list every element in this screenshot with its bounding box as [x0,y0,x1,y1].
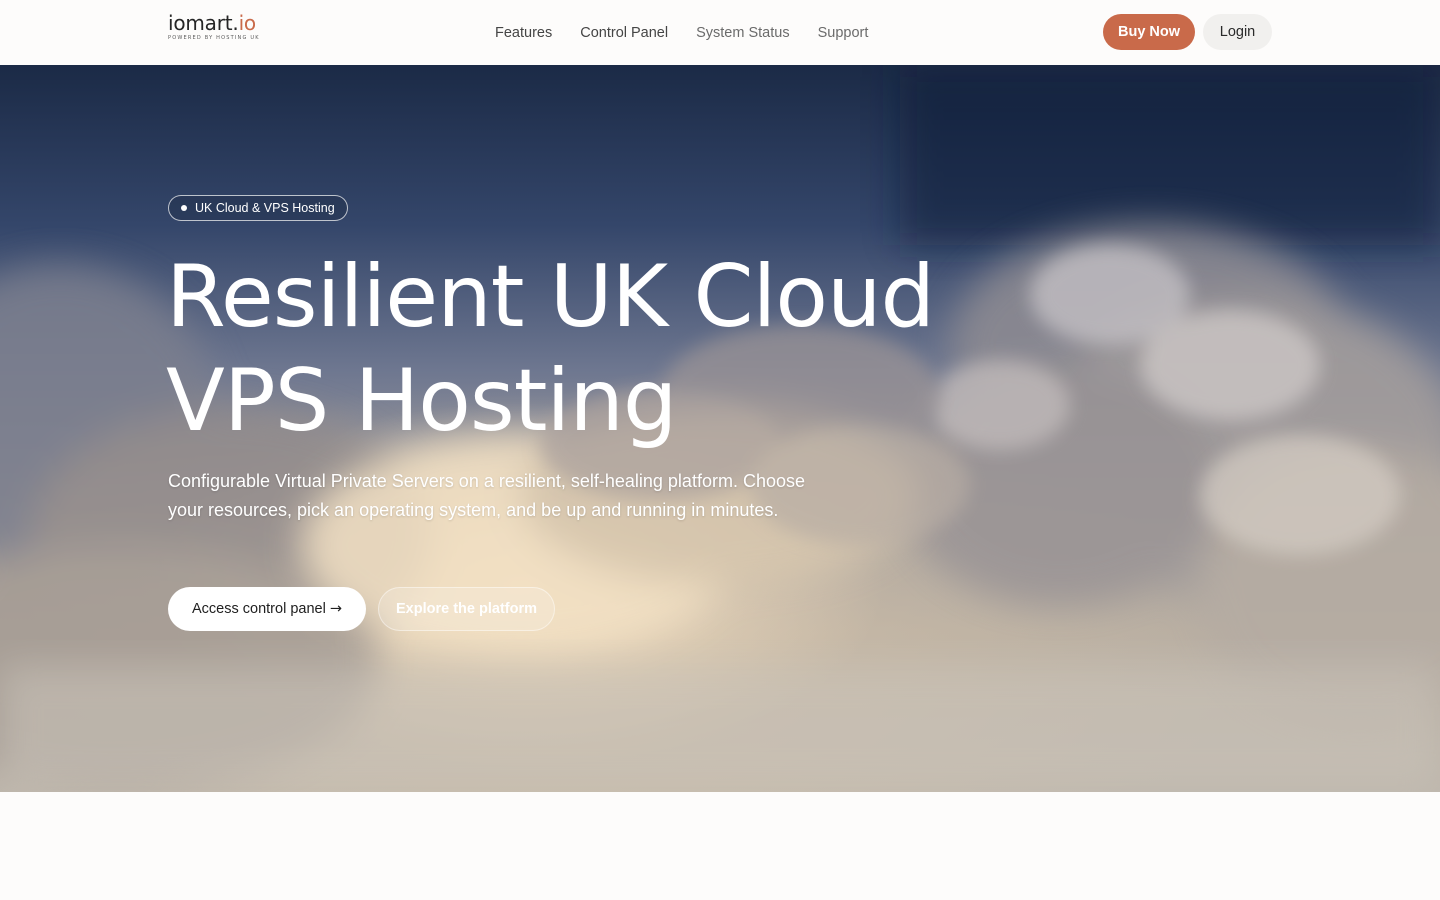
logo[interactable]: iomart.io POWERED BY HOSTING UK [168,12,278,48]
main-nav: Features Control Panel System Status Sup… [495,0,896,65]
logo-tagline: POWERED BY HOSTING UK [168,35,260,41]
nav-features[interactable]: Features [495,25,552,41]
dot-icon [181,205,187,211]
access-control-panel-label: Access control panel [192,601,326,617]
buy-now-button[interactable]: Buy Now [1103,14,1195,50]
content-section [0,792,1440,900]
hero-title-line-2: VPS Hosting [166,351,677,451]
hero-badge-label: UK Cloud & VPS Hosting [195,201,335,215]
arrow-right-icon: → [329,601,342,617]
nav-control-panel[interactable]: Control Panel [580,25,668,41]
site-header: iomart.io POWERED BY HOSTING UK Features… [0,0,1440,65]
hero-badge: UK Cloud & VPS Hosting [168,195,348,221]
nav-support[interactable]: Support [818,25,869,41]
hero-title-line-1: Resilient UK Cloud [166,247,935,347]
hero-title: Resilient UK Cloud VPS Hosting [166,245,1066,453]
hero-section: UK Cloud & VPS Hosting Resilient UK Clou… [0,65,1440,792]
hero-description: Configurable Virtual Private Servers on … [168,471,805,520]
login-button[interactable]: Login [1203,14,1272,50]
access-control-panel-button[interactable]: Access control panel → [168,587,366,631]
nav-system-status[interactable]: System Status [696,25,789,41]
explore-platform-button[interactable]: Explore the platform [378,587,555,631]
logo-wordmark: iomart.io [168,11,256,35]
